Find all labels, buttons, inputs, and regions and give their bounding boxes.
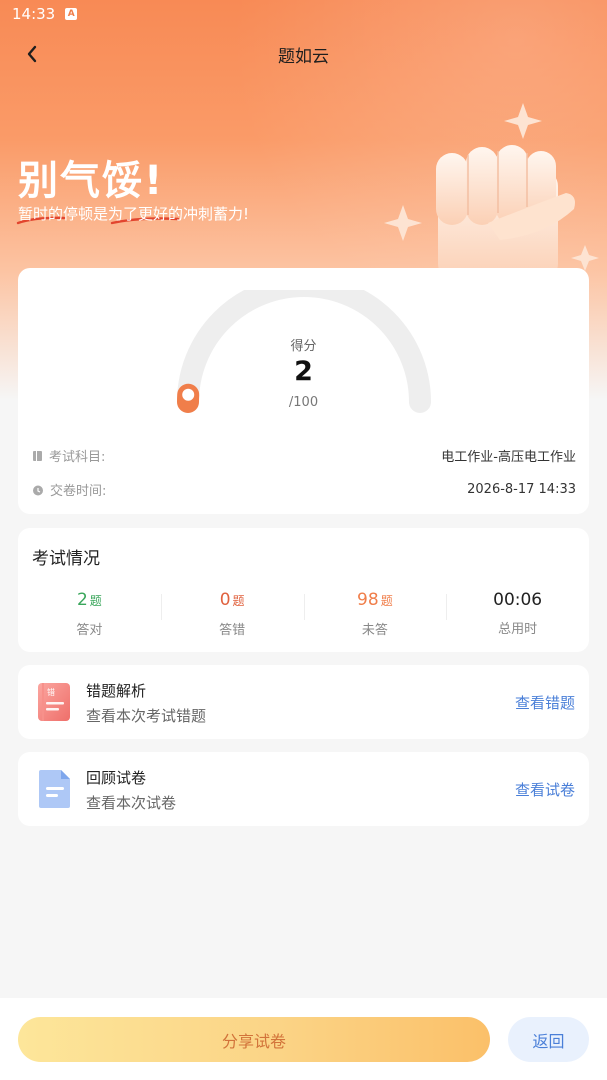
submit-time-value: 2026-8-17 14:33 <box>467 482 576 497</box>
chevron-left-icon <box>27 45 37 63</box>
clock-icon <box>33 485 43 495</box>
wrong-questions-card[interactable]: 错 错题解析 查看本次考试错题 查看错题 <box>18 665 589 739</box>
return-button[interactable]: 返回 <box>508 1017 589 1062</box>
stat-label: 未答 <box>361 623 388 638</box>
back-button[interactable] <box>18 40 46 68</box>
page-title: 题如云 <box>278 46 329 67</box>
wrong-questions-title: 错题解析 <box>86 682 147 700</box>
wrong-questions-subtitle: 查看本次考试错题 <box>86 707 207 725</box>
exam-stats-card: 考试情况 2题 答对 0题 答错 98 题 未答 00:06 总用时 <box>18 528 589 652</box>
stat-label: 答错 <box>219 623 246 638</box>
review-paper-subtitle: 查看本次试卷 <box>86 794 177 812</box>
submit-time-label: 交卷时间: <box>50 484 107 499</box>
stat-value: 00:06 <box>493 590 543 610</box>
encouragement-subtitle: 暂时的停顿是为了更好的冲刺蓄力! <box>18 205 250 223</box>
status-time: 14:33 <box>12 5 56 23</box>
stat-value: 0 <box>219 590 231 610</box>
document-icon <box>39 770 70 808</box>
stat-value: 98 <box>357 590 379 610</box>
bottom-action-bar: 分享试卷 返回 <box>0 998 607 1080</box>
book-icon <box>33 450 42 461</box>
input-method-icon: A <box>65 8 78 20</box>
subject-label: 考试科目: <box>49 450 106 465</box>
stat-wrong: 0题 答错 <box>160 588 304 638</box>
stats-grid: 2题 答对 0题 答错 98 题 未答 00:06 总用时 <box>18 588 589 638</box>
stat-total-time: 00:06 总用时 <box>446 588 589 638</box>
view-paper-link[interactable]: 查看试卷 <box>515 779 575 800</box>
submit-time-row: 交卷时间: 2026-8-17 14:33 <box>32 480 576 499</box>
wrong-questions-icon: 错 <box>38 683 70 721</box>
score-total: /100 <box>288 395 319 410</box>
wrong-icon-text: 错 <box>47 687 55 697</box>
navbar: 题如云 <box>0 28 607 80</box>
stats-title: 考试情况 <box>32 549 100 569</box>
score-value: 2 <box>294 356 313 387</box>
encouragement-title: 别气馁! <box>18 158 165 204</box>
fist-illustration <box>384 103 599 280</box>
subject-value: 电工作业-高压电工作业 <box>441 450 576 465</box>
status-bar: 14:33 A <box>0 0 607 28</box>
subject-row: 考试科目: 电工作业-高压电工作业 <box>32 446 576 465</box>
stat-unanswered: 98 题 未答 <box>303 588 447 638</box>
stat-unit: 题 <box>380 594 393 608</box>
stat-label: 答对 <box>76 623 103 638</box>
stat-label: 总用时 <box>498 622 538 637</box>
stat-value: 2 <box>76 590 88 610</box>
score-card: 得分 2 /100 考试科目: 电工作业-高压电工作业 交卷时间: 2026-8… <box>18 268 589 514</box>
stat-correct: 2题 答对 <box>18 588 161 638</box>
review-paper-title: 回顾试卷 <box>86 769 147 787</box>
stat-unit: 题 <box>89 594 102 608</box>
review-paper-card[interactable]: 回顾试卷 查看本次试卷 查看试卷 <box>18 752 589 826</box>
score-label: 得分 <box>290 339 317 354</box>
share-paper-button[interactable]: 分享试卷 <box>18 1017 490 1062</box>
stat-unit: 题 <box>232 594 245 608</box>
view-wrong-questions-link[interactable]: 查看错题 <box>515 692 575 713</box>
